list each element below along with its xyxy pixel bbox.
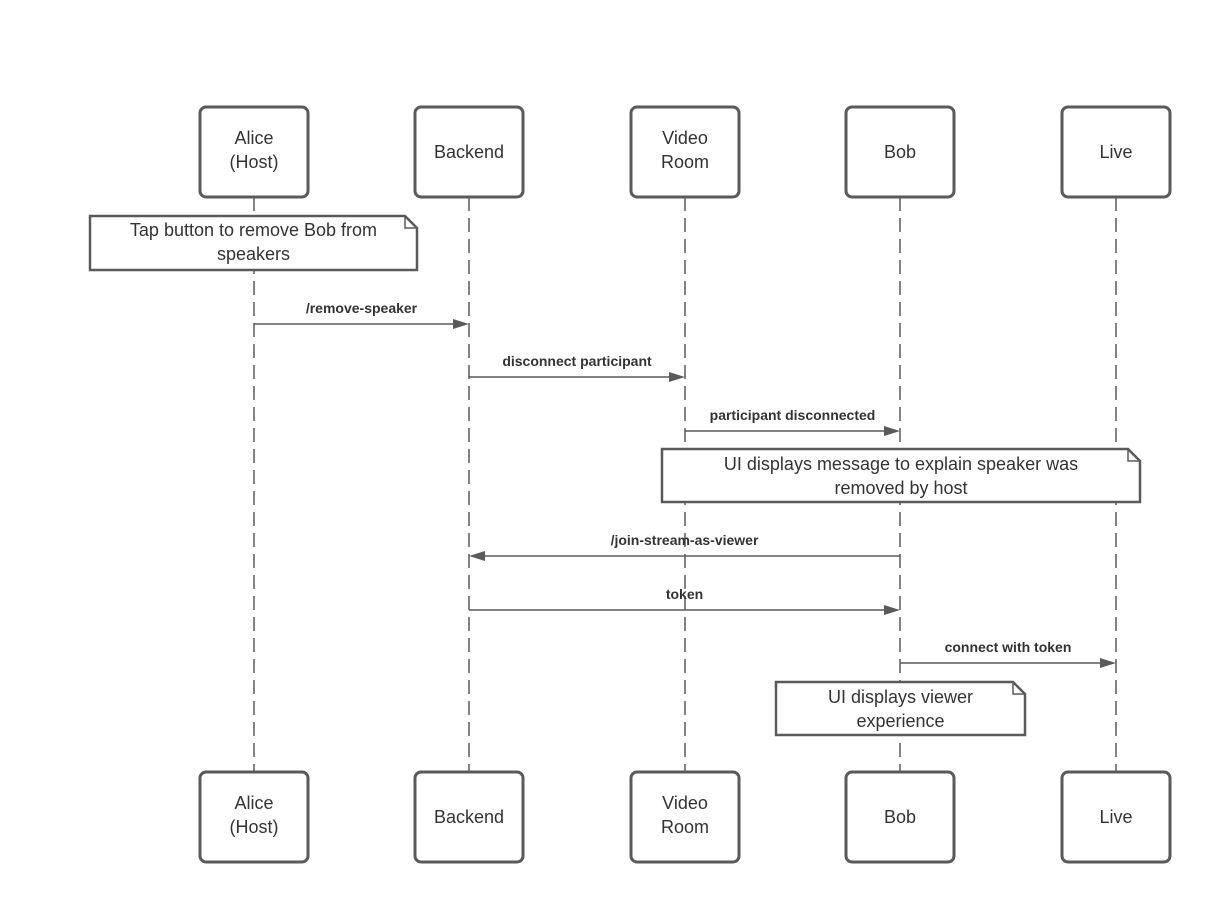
arrowhead-icon	[469, 551, 485, 561]
participant-video-room-bottom: Video Room	[629, 770, 741, 864]
participant-label: Bob	[884, 142, 916, 162]
participant-label: Live	[1099, 807, 1132, 827]
note-text: UI displays viewer	[828, 687, 973, 707]
note-text: experience	[856, 711, 944, 731]
sequence-diagram: Alice (Host) Alice (Host) Backend Backend Vide…	[88, 105, 1172, 864]
arrowhead-icon	[884, 605, 900, 615]
participant-bob-top: Bob	[844, 105, 956, 199]
participant-live-bottom: Live	[1060, 770, 1172, 864]
participant-label: (Host)	[230, 152, 279, 172]
arrowhead-icon	[453, 319, 469, 329]
participant-alice-bottom: Alice (Host)	[198, 770, 310, 864]
participant-label: Backend	[434, 807, 504, 827]
message-label: connect with token	[945, 639, 1072, 655]
arrowhead-icon	[884, 426, 900, 436]
message: /join-stream-as-viewer	[469, 532, 900, 561]
arrowhead-icon	[669, 372, 685, 382]
note-text: speakers	[217, 244, 290, 264]
message: connect with token	[900, 639, 1116, 668]
participant-bob-bottom: Bob	[844, 770, 956, 864]
message-label: participant disconnected	[710, 407, 876, 423]
participant-video-room-top: Video Room	[629, 105, 741, 199]
participant-label: Backend	[434, 142, 504, 162]
note: UI displays message to explain speaker w…	[660, 447, 1142, 504]
note: UI displays viewer experience	[774, 680, 1027, 737]
participant-label: (Host)	[230, 817, 279, 837]
note-text: Tap button to remove Bob from	[130, 220, 377, 240]
participant-label: Alice	[234, 793, 273, 813]
participant-label: Room	[661, 817, 709, 837]
message-label: /join-stream-as-viewer	[611, 532, 759, 548]
participant-alice-top: Alice (Host)	[198, 105, 310, 199]
participant-backend-bottom: Backend	[413, 770, 525, 864]
participant-label: Video	[662, 128, 708, 148]
participant-label: Bob	[884, 807, 916, 827]
participant-label: Alice	[234, 128, 273, 148]
participant-label: Room	[661, 152, 709, 172]
message: participant disconnected	[685, 407, 900, 436]
participant-backend-top: Backend	[413, 105, 525, 199]
message-label: /remove-speaker	[306, 300, 418, 316]
message: /remove-speaker	[254, 300, 469, 329]
message: token	[469, 586, 900, 615]
participant-label: Live	[1099, 142, 1132, 162]
participant-label: Video	[662, 793, 708, 813]
participant-live-top: Live	[1060, 105, 1172, 199]
arrowhead-icon	[1100, 658, 1116, 668]
note: Tap button to remove Bob from speakers	[88, 214, 419, 272]
note-text: removed by host	[834, 478, 967, 498]
message-label: disconnect participant	[502, 353, 652, 369]
message-label: token	[666, 586, 703, 602]
message: disconnect participant	[469, 353, 685, 382]
note-text: UI displays message to explain speaker w…	[724, 454, 1078, 474]
